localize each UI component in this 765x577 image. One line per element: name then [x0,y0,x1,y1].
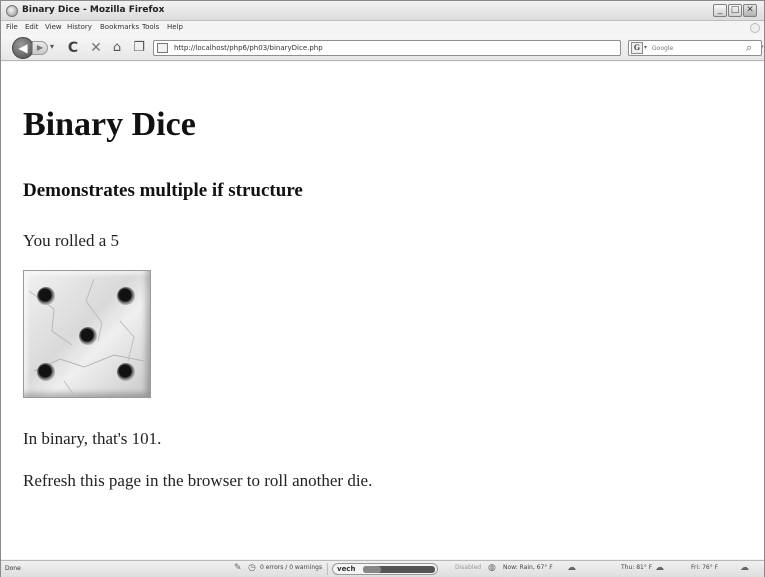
die-image [23,270,151,398]
throbber-icon [750,23,760,33]
firefox-icon [6,5,18,17]
weather-fri[interactable]: Fri: 76° F [691,564,718,571]
page-tools-icon[interactable]: ❐ [131,40,147,56]
vech-widget[interactable]: vech [332,563,438,575]
engine-dropdown-icon[interactable]: ▾ [644,44,647,51]
error-count[interactable]: 0 errors / 0 warnings [260,564,322,571]
status-bar: Done ✎ ◷ 0 errors / 0 warnings vech Disa… [1,560,764,577]
history-dropdown-icon[interactable]: ▾ [50,42,54,51]
search-input[interactable] [652,43,740,54]
roll-result-text: You rolled a 5 [23,231,120,250]
menu-bookmarks[interactable]: Bookmarks [100,23,139,31]
menu-bar: File Edit View History Bookmarks Tools H… [1,22,764,35]
search-engine-icon[interactable]: G [631,42,643,54]
menu-edit[interactable]: Edit [25,23,39,31]
menu-view[interactable]: View [45,23,62,31]
menu-file[interactable]: File [6,23,18,31]
reload-icon[interactable]: C [65,40,81,56]
back-arrow-icon[interactable]: ◀ [12,37,34,59]
window-title: Binary Dice - Mozilla Firefox [22,5,165,15]
die-pip [37,287,55,305]
binary-result-text: In binary, that's 101. [23,429,162,448]
page-content: Binary Dice Demonstrates multiple if str… [1,62,764,559]
menu-help[interactable]: Help [167,23,183,31]
menu-tools[interactable]: Tools [142,23,159,31]
weather-thu[interactable]: Thu: 81° F [621,564,652,571]
vech-meter-fill [363,566,381,573]
page-subtitle: Demonstrates multiple if structure [23,180,303,201]
stop-icon[interactable]: ✕ [88,40,104,56]
rain-cloud-icon: ☁ [567,563,576,573]
divider [327,563,328,575]
clock-icon[interactable]: ◷ [248,563,256,573]
magnifier-icon[interactable]: ⌕ [746,41,752,55]
home-icon[interactable]: ⌂ [109,40,125,56]
die-pip [117,287,135,305]
title-bar: Binary Dice - Mozilla Firefox _ □ ✕ [1,1,764,21]
minimize-button[interactable]: _ [713,4,727,17]
navigation-toolbar: ◀ ▶ ▾ C ✕ ⌂ ❐ http://localhost/php6/ph03… [1,35,764,61]
search-box[interactable]: G ▾ ⌕ [628,40,762,56]
tools-icon[interactable]: ✎ [234,563,242,573]
vech-label: vech [337,565,356,573]
forward-arrow-icon[interactable]: ▶ [32,41,48,55]
die-pip [79,327,97,345]
die-pip [37,363,55,381]
site-favicon-icon [157,43,168,53]
url-bar[interactable]: http://localhost/php6/ph03/binaryDice.ph… [153,40,764,56]
status-text: Done [5,565,21,572]
cloud-icon: ☁ [655,563,664,573]
partly-cloudy-icon: ☁ [740,563,749,573]
close-button[interactable]: ✕ [743,4,757,17]
globe-icon: ◍ [488,563,496,573]
url-text[interactable]: http://localhost/php6/ph03/binaryDice.ph… [174,44,323,52]
maximize-button[interactable]: □ [728,4,742,17]
menu-history[interactable]: History [67,23,92,31]
disabled-label[interactable]: Disabled [455,564,481,571]
weather-now[interactable]: Now: Rain, 67° F [503,564,553,571]
refresh-instruction-text: Refresh this page in the browser to roll… [23,471,373,490]
die-pip [117,363,135,381]
browser-window: Binary Dice - Mozilla Firefox _ □ ✕ File… [0,0,765,577]
vech-meter [363,566,435,573]
page-title: Binary Dice [23,106,196,143]
